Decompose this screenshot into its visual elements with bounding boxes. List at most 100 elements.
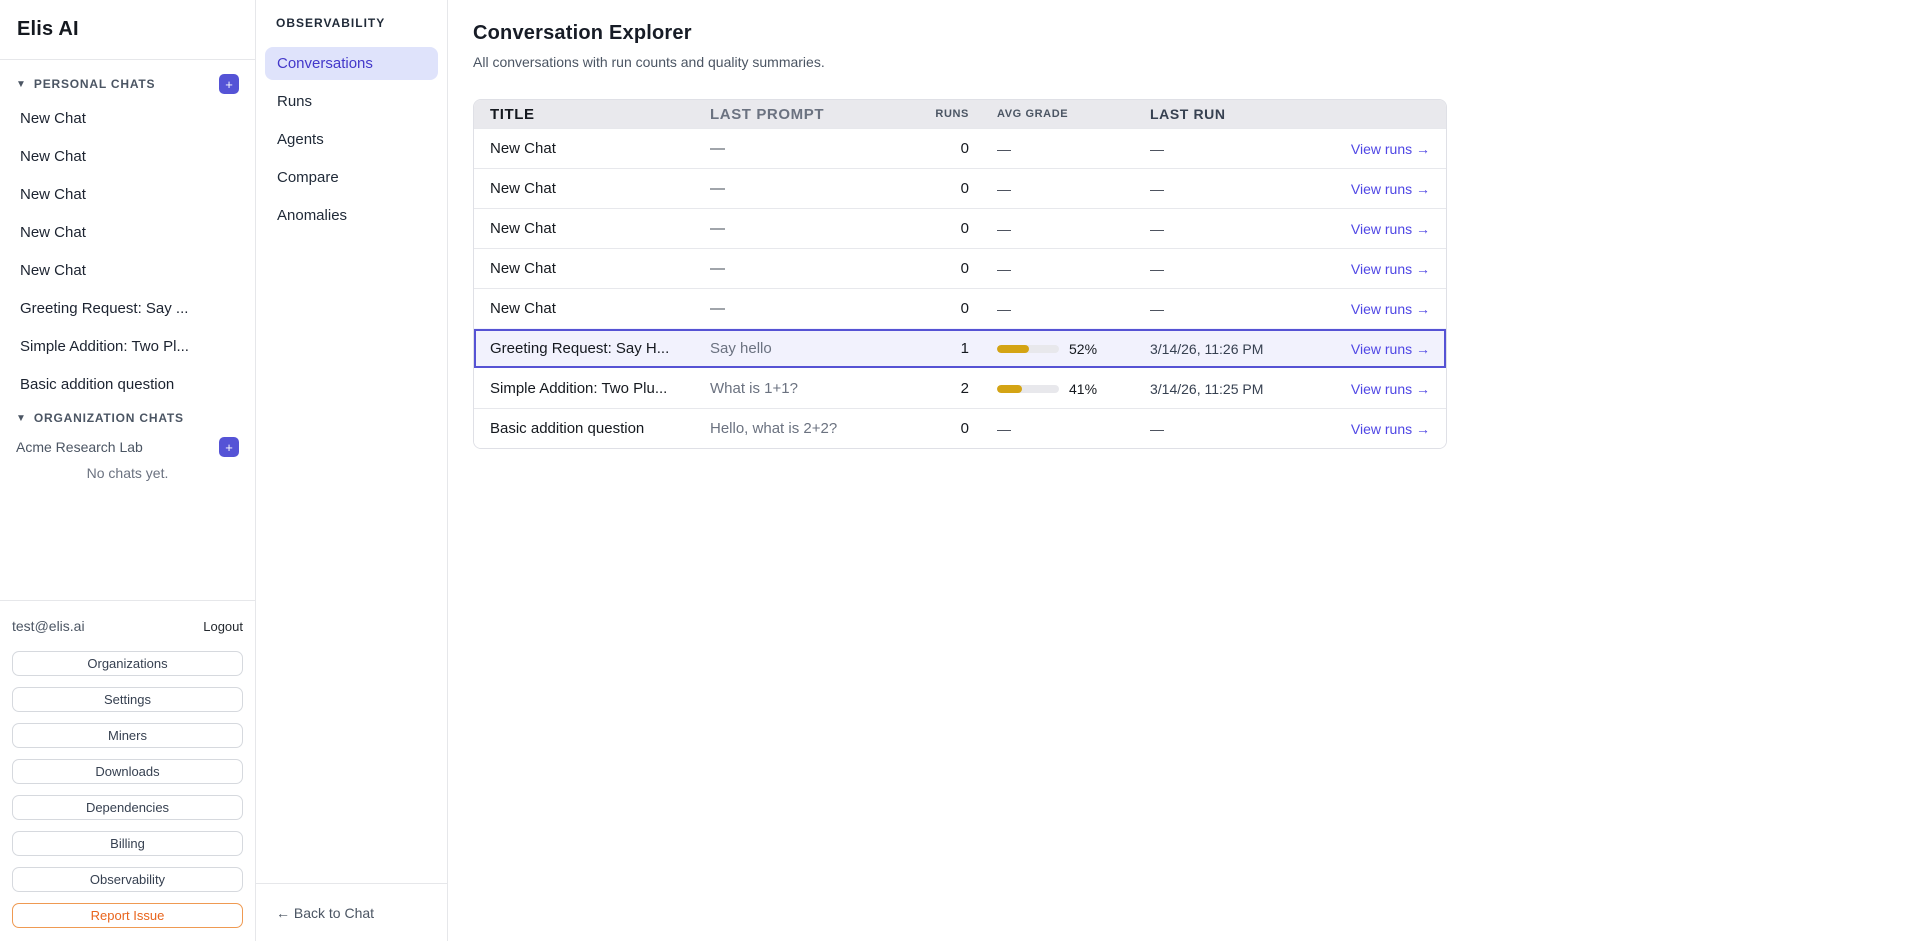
cell-last-run: —: [1150, 141, 1335, 157]
view-runs-link[interactable]: View runs →: [1335, 181, 1446, 197]
grade-progress-bar: [997, 345, 1059, 353]
cell-avg-grade: —: [969, 181, 1150, 197]
cell-avg-grade: —: [969, 141, 1150, 157]
cell-title: New Chat: [474, 260, 710, 277]
page-subtitle: All conversations with run counts and qu…: [473, 54, 1920, 70]
personal-chats-header: ▼ PERSONAL CHATS +: [0, 69, 255, 99]
column-header-last-run: LAST RUN: [1150, 106, 1335, 122]
cell-avg-grade: 52%: [969, 341, 1150, 357]
cell-runs: 0: [929, 300, 969, 317]
personal-chats-label: PERSONAL CHATS: [34, 77, 155, 91]
sidebar-button-miners[interactable]: Miners: [12, 723, 243, 748]
sidebar-bottom: test@elis.ai Logout Organizations Setting…: [0, 600, 255, 941]
account-email: test@elis.ai: [12, 618, 85, 634]
table-row[interactable]: New Chat — 0 — — View runs →: [474, 288, 1446, 328]
sidebar-button-list: Organizations Settings Miners Downloads Depe…: [12, 651, 243, 892]
brand-row: Elis AI: [0, 0, 255, 60]
caret-down-icon[interactable]: ▼: [16, 79, 26, 90]
obs-nav-item-compare[interactable]: Compare: [265, 161, 438, 194]
logout-link[interactable]: Logout: [203, 619, 243, 634]
sidebar-button-observability[interactable]: Observability: [12, 867, 243, 892]
cell-runs: 1: [929, 340, 969, 357]
cell-title: New Chat: [474, 220, 710, 237]
cell-last-run: —: [1150, 261, 1335, 277]
view-runs-link[interactable]: View runs →: [1335, 261, 1446, 277]
table-row[interactable]: Basic addition question Hello, what is 2…: [474, 408, 1446, 448]
table-row[interactable]: New Chat — 0 — — View runs →: [474, 168, 1446, 208]
personal-chat-list: New ChatNew ChatNew ChatNew ChatNew Chat…: [0, 99, 255, 403]
table-row[interactable]: Simple Addition: Two Plu... What is 1+1?…: [474, 368, 1446, 408]
view-runs-link[interactable]: View runs →: [1335, 381, 1446, 397]
cell-last-prompt: —: [710, 260, 929, 277]
cell-last-run: —: [1150, 421, 1335, 437]
sidebar-chat-item[interactable]: Basic addition question: [0, 365, 255, 403]
sidebar-chat-item[interactable]: Simple Addition: Two Pl...: [0, 327, 255, 365]
view-runs-link[interactable]: View runs →: [1335, 141, 1446, 157]
new-organization-chat-button[interactable]: +: [219, 437, 239, 457]
sidebar-chat-item[interactable]: New Chat: [0, 137, 255, 175]
cell-title: Simple Addition: Two Plu...: [474, 380, 710, 397]
cell-last-prompt: —: [710, 180, 929, 197]
page-title: Conversation Explorer: [473, 22, 1920, 45]
table-header-row: TITLE LAST PROMPT RUNS AVG GRADE LAST RU…: [474, 100, 1446, 128]
cell-avg-grade: —: [969, 301, 1150, 317]
sidebar-button-settings[interactable]: Settings: [12, 687, 243, 712]
app-brand: Elis AI: [17, 18, 79, 41]
sidebar-chat-item[interactable]: New Chat: [0, 251, 255, 289]
table-row[interactable]: New Chat — 0 — — View runs →: [474, 208, 1446, 248]
obs-nav-item-agents[interactable]: Agents: [265, 123, 438, 156]
table-row[interactable]: New Chat — 0 — — View runs →: [474, 128, 1446, 168]
cell-last-prompt: What is 1+1?: [710, 380, 929, 397]
cell-title: New Chat: [474, 140, 710, 157]
cell-last-prompt: —: [710, 300, 929, 317]
sidebar-button-organizations[interactable]: Organizations: [12, 651, 243, 676]
grade-progress-bar: [997, 385, 1059, 393]
obs-nav-item-runs[interactable]: Runs: [265, 85, 438, 118]
obs-nav-item-conversations[interactable]: Conversations: [265, 47, 438, 80]
cell-last-run: 3/14/26, 11:25 PM: [1150, 381, 1335, 397]
table-row[interactable]: Greeting Request: Say H... Say hello 1 5…: [474, 328, 1446, 368]
back-to-chat-link[interactable]: ← Back to Chat: [256, 883, 447, 941]
observability-nav: Conversations Runs Agents Compare Anomalies: [256, 47, 447, 237]
conversation-table-body: New Chat — 0 — — View runs → New Chat — …: [474, 128, 1446, 448]
sidebar-button-billing[interactable]: Billing: [12, 831, 243, 856]
grade-percentage: —: [997, 141, 1011, 157]
cell-last-run: 3/14/26, 11:26 PM: [1150, 341, 1335, 357]
cell-last-run: —: [1150, 221, 1335, 237]
cell-avg-grade: 41%: [969, 381, 1150, 397]
view-runs-link[interactable]: View runs →: [1335, 301, 1446, 317]
spacer: [256, 237, 447, 883]
grade-percentage: 52%: [1069, 341, 1097, 357]
cell-runs: 0: [929, 180, 969, 197]
cell-runs: 2: [929, 380, 969, 397]
cell-title: New Chat: [474, 300, 710, 317]
sidebar-chat-item[interactable]: New Chat: [0, 213, 255, 251]
sidebar-chat-item[interactable]: New Chat: [0, 175, 255, 213]
new-personal-chat-button[interactable]: +: [219, 74, 239, 94]
cell-title: New Chat: [474, 180, 710, 197]
table-row[interactable]: New Chat — 0 — — View runs →: [474, 248, 1446, 288]
main-content: Conversation Explorer All conversations …: [449, 0, 1920, 941]
column-header-last-prompt: LAST PROMPT: [710, 106, 929, 123]
organization-empty-state: No chats yet.: [0, 461, 255, 485]
view-runs-link[interactable]: View runs →: [1335, 341, 1446, 357]
observability-sidebar: OBSERVABILITY Conversations Runs Agents Com…: [256, 0, 448, 941]
caret-down-icon[interactable]: ▼: [16, 413, 26, 424]
column-header-runs: RUNS: [929, 108, 969, 120]
observability-title: OBSERVABILITY: [256, 0, 447, 30]
report-issue-button[interactable]: Report Issue: [12, 903, 243, 928]
grade-percentage: —: [997, 181, 1011, 197]
sidebar-button-downloads[interactable]: Downloads: [12, 759, 243, 784]
sidebar-button-dependencies[interactable]: Dependencies: [12, 795, 243, 820]
cell-runs: 0: [929, 220, 969, 237]
chat-sections: ▼ PERSONAL CHATS + New ChatNew ChatNew C…: [0, 60, 255, 600]
sidebar-chat-item[interactable]: Greeting Request: Say ...: [0, 289, 255, 327]
grade-progress-fill: [997, 385, 1022, 393]
obs-nav-item-anomalies[interactable]: Anomalies: [265, 199, 438, 232]
sidebar-chat-item[interactable]: New Chat: [0, 99, 255, 137]
view-runs-link[interactable]: View runs →: [1335, 221, 1446, 237]
view-runs-link[interactable]: View runs →: [1335, 421, 1446, 437]
grade-percentage: —: [997, 301, 1011, 317]
cell-runs: 0: [929, 140, 969, 157]
organization-name: Acme Research Lab: [16, 439, 143, 455]
